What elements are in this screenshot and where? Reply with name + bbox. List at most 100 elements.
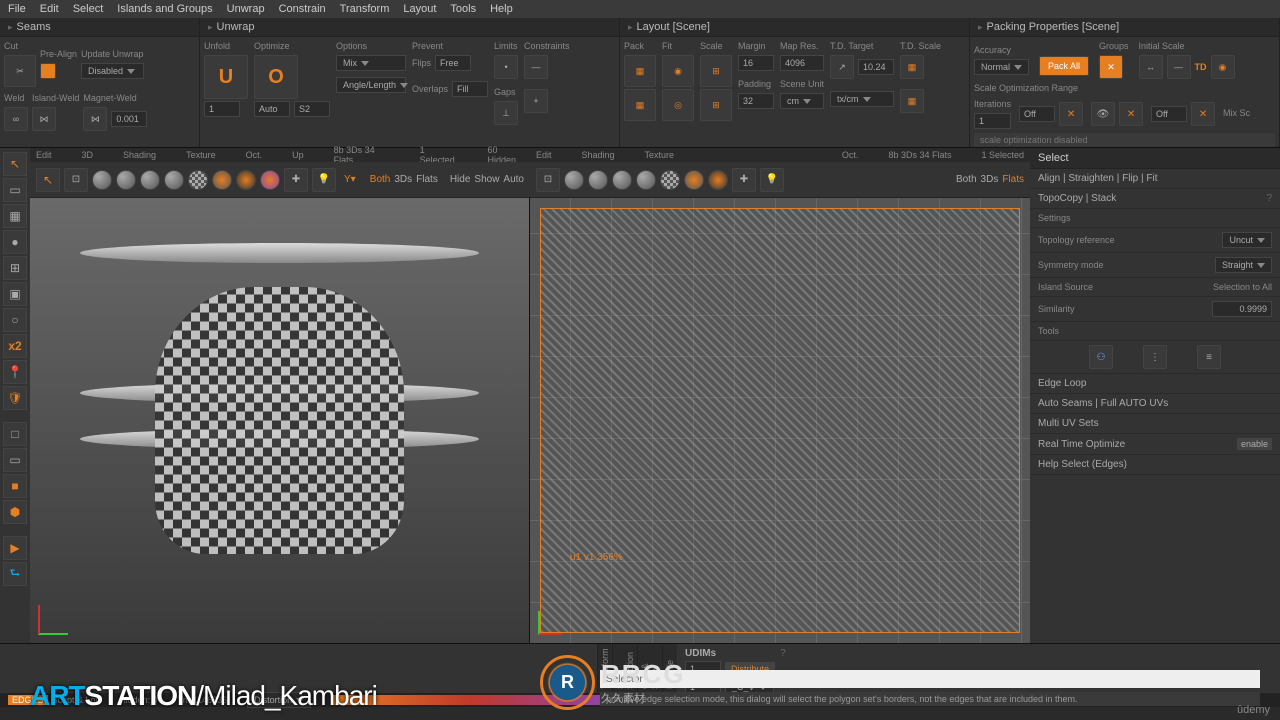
- uv-light-icon[interactable]: 💡: [760, 168, 784, 192]
- align-row[interactable]: Align | Straighten | Flip | Fit: [1030, 169, 1280, 189]
- symmode-dropdown[interactable]: Straight: [1215, 257, 1272, 273]
- eye1-icon[interactable]: 👁: [1091, 102, 1115, 126]
- unfold-val[interactable]: 1: [204, 101, 240, 117]
- uv-sphere4-icon[interactable]: [636, 170, 656, 190]
- groups-x-button[interactable]: ✕: [1099, 55, 1123, 79]
- multiuv-row[interactable]: Multi UV Sets: [1030, 414, 1280, 434]
- uv-both-tab[interactable]: Both: [956, 174, 977, 185]
- pack-grid2-button[interactable]: ▦: [624, 89, 656, 121]
- auto-btn[interactable]: Auto: [503, 174, 524, 185]
- overlaps-val[interactable]: Fill: [452, 81, 488, 97]
- uv-cross-icon[interactable]: ✚: [732, 168, 756, 192]
- x2-tool-icon[interactable]: x2: [3, 334, 27, 358]
- pack-grid-button[interactable]: ▦: [624, 55, 656, 87]
- x2-button[interactable]: ✕: [1119, 102, 1143, 126]
- shade-sphere4-icon[interactable]: [164, 170, 184, 190]
- gaps-btn[interactable]: ⊥: [494, 101, 518, 125]
- hide-btn[interactable]: Hide: [450, 174, 471, 185]
- crosshair-icon[interactable]: ✚: [284, 168, 308, 192]
- hex-tool-icon[interactable]: ⬢: [3, 500, 27, 524]
- viewport-3d[interactable]: [30, 198, 530, 643]
- iter-val[interactable]: 1: [974, 113, 1011, 129]
- enable-button[interactable]: enable: [1237, 438, 1272, 450]
- uv-sphere2-icon[interactable]: [588, 170, 608, 190]
- uv-orange2-icon[interactable]: [708, 170, 728, 190]
- x1-button[interactable]: ✕: [1059, 102, 1083, 126]
- 3ds-tab[interactable]: 3Ds: [394, 174, 412, 185]
- checker-sphere-icon[interactable]: [188, 170, 208, 190]
- scale2-button[interactable]: ⊞: [700, 89, 732, 121]
- frame-icon[interactable]: ⊡: [64, 168, 88, 192]
- x3-button[interactable]: ✕: [1191, 102, 1215, 126]
- pin-tool-icon[interactable]: 📍: [3, 360, 27, 384]
- tdtarget-val[interactable]: 10.24: [858, 59, 894, 75]
- padding-val[interactable]: 32: [738, 93, 774, 109]
- similarity-val[interactable]: 0.9999: [1212, 301, 1272, 317]
- uv-3ds-tab[interactable]: 3Ds: [981, 174, 999, 185]
- accuracy-dropdown[interactable]: Normal: [974, 59, 1029, 75]
- packall-button[interactable]: Pack All: [1039, 56, 1089, 76]
- show-btn[interactable]: Show: [474, 174, 499, 185]
- initscale-btn1[interactable]: ↔: [1139, 55, 1163, 79]
- menu-tools[interactable]: Tools: [450, 3, 476, 15]
- mapres-val[interactable]: 4096: [780, 55, 824, 71]
- y-label[interactable]: Y▾: [344, 174, 356, 185]
- toporef-dropdown[interactable]: Uncut: [1222, 232, 1272, 248]
- optimize-button[interactable]: O: [254, 55, 298, 99]
- autoseams-row[interactable]: Auto Seams | Full AUTO UVs: [1030, 394, 1280, 414]
- menu-islands[interactable]: Islands and Groups: [117, 3, 212, 15]
- flips-val[interactable]: Free: [435, 55, 471, 71]
- menu-unwrap[interactable]: Unwrap: [227, 3, 265, 15]
- uv-frame-icon[interactable]: ⊡: [536, 168, 560, 192]
- chevron-icon[interactable]: ▸: [978, 22, 983, 33]
- shade-orange1-icon[interactable]: [212, 170, 232, 190]
- menu-edit[interactable]: Edit: [40, 3, 59, 15]
- uv-flats-tab[interactable]: Flats: [1002, 174, 1024, 185]
- menu-help[interactable]: Help: [490, 3, 513, 15]
- helpsel-row[interactable]: Help Select (Edges): [1030, 455, 1280, 475]
- menu-select[interactable]: Select: [73, 3, 104, 15]
- texunit-dropdown[interactable]: tx/cm: [830, 91, 894, 107]
- constraint-btn2[interactable]: +: [524, 89, 548, 113]
- light-icon[interactable]: 💡: [312, 168, 336, 192]
- flats-tab[interactable]: Flats: [416, 174, 438, 185]
- uv-checker-icon[interactable]: [660, 170, 680, 190]
- fit-button[interactable]: ◉: [662, 55, 694, 87]
- tool2-icon[interactable]: ⋮: [1143, 345, 1167, 369]
- box-tool-icon[interactable]: □: [3, 422, 27, 446]
- menu-layout[interactable]: Layout: [403, 3, 436, 15]
- hierarchy-icon[interactable]: ⚇: [1089, 345, 1113, 369]
- update-dropdown[interactable]: Disabled: [81, 63, 144, 79]
- shield-tool-icon[interactable]: 🛡: [3, 386, 27, 410]
- arrow-tool-icon[interactable]: ↖: [3, 152, 27, 176]
- menu-transform[interactable]: Transform: [340, 3, 390, 15]
- cut-button[interactable]: ✂: [4, 55, 36, 87]
- poly-tool-icon[interactable]: ▣: [3, 282, 27, 306]
- fill-tool-icon[interactable]: ■: [3, 474, 27, 498]
- prealign-toggle[interactable]: [40, 63, 56, 79]
- select-header[interactable]: Select: [1030, 148, 1280, 169]
- viewport-uv[interactable]: u1 v1 356%: [530, 198, 1030, 643]
- topocopy-row[interactable]: TopoCopy | Stack?: [1030, 189, 1280, 209]
- fit2-button[interactable]: ◎: [662, 89, 694, 121]
- selector-search-input[interactable]: Selector: [600, 670, 1260, 688]
- chevron-icon[interactable]: ▸: [628, 22, 633, 33]
- uv-orange1-icon[interactable]: [684, 170, 704, 190]
- constraint-btn1[interactable]: —: [524, 55, 548, 79]
- unfold-button[interactable]: U: [204, 55, 248, 99]
- tdscale2-button[interactable]: ▦: [900, 89, 924, 113]
- islandweld-button[interactable]: ⋈: [32, 107, 56, 131]
- limits-btn1[interactable]: •: [494, 55, 518, 79]
- both-tab[interactable]: Both: [370, 174, 391, 185]
- off2[interactable]: Off: [1151, 106, 1187, 122]
- weld-button[interactable]: ∞: [4, 107, 28, 131]
- magnet-value[interactable]: 0.001: [111, 111, 147, 127]
- margin-val[interactable]: 16: [738, 55, 774, 71]
- magnetweld-button[interactable]: ⋈: [83, 107, 107, 131]
- edgeloop-row[interactable]: Edge Loop: [1030, 374, 1280, 394]
- tool3-icon[interactable]: ≡: [1197, 345, 1221, 369]
- seltoall-btn[interactable]: Selection to All: [1213, 282, 1272, 292]
- circle-tool-icon[interactable]: ○: [3, 308, 27, 332]
- menu-constrain[interactable]: Constrain: [279, 3, 326, 15]
- shade-multi-icon[interactable]: [260, 170, 280, 190]
